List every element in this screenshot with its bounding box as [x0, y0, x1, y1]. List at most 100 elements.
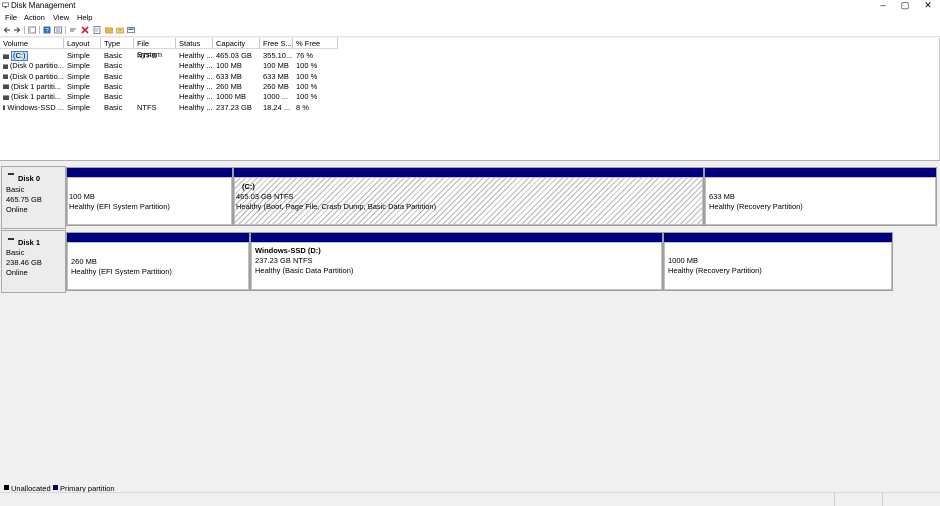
cell-percent-free: 76 %: [296, 51, 314, 60]
disk-size: 238.46 GB: [6, 258, 42, 267]
volume-name: (Disk 1 partiti...: [11, 81, 62, 91]
primary-partition-bar: [705, 168, 936, 177]
cell-type: Basic: [104, 61, 123, 71]
table-row[interactable]: (Disk 1 partiti... Simple Basic Healthy ...…: [0, 82, 338, 92]
cell-type: Basic: [104, 102, 123, 112]
back-arrow-icon[interactable]: [3, 26, 11, 34]
cell-file-system: [134, 82, 176, 92]
partition-title: (C:): [242, 182, 255, 191]
forward-arrow-icon[interactable]: [13, 26, 21, 34]
cell-file-system: [134, 92, 176, 102]
cell-capacity: 1000 MB: [216, 92, 247, 102]
cell-percent-free: 100 %: [296, 92, 318, 102]
table-row[interactable]: Windows-SSD ... Simple Basic NTFS Healthy ..…: [0, 103, 338, 113]
help-icon[interactable]: ?: [43, 26, 51, 34]
cell-status: Healthy ...: [179, 51, 213, 60]
cell-free-space: 18.24 ...: [263, 102, 291, 112]
delete-icon[interactable]: [81, 26, 89, 34]
menu-view[interactable]: View: [53, 13, 69, 22]
close-button[interactable]: ✕: [917, 0, 939, 11]
disk-state: Online: [6, 268, 28, 277]
partition-disk1-recovery[interactable]: 1000 MB Healthy (Recovery Partition): [663, 232, 893, 291]
open-icon[interactable]: [105, 26, 113, 34]
connect-icon[interactable]: [69, 26, 77, 34]
volume-name: Windows-SSD ...: [7, 102, 64, 112]
properties-icon[interactable]: [54, 26, 62, 34]
cell-percent-free: 8 %: [296, 102, 309, 112]
cell-type: Basic: [104, 92, 123, 102]
column-header-status[interactable]: Status: [176, 38, 213, 49]
minimize-button[interactable]: –: [872, 0, 894, 10]
partition-status: Healthy (Recovery Partition): [668, 266, 762, 275]
partition-status: Healthy (Recovery Partition): [709, 202, 803, 211]
disk-icon: [8, 238, 14, 240]
toolbar-separator: [24, 26, 25, 34]
toolbar: ?: [0, 24, 940, 37]
toolbar-separator: [39, 26, 40, 34]
status-divider: [882, 493, 883, 506]
disk-header-disk-1[interactable]: Disk 1 Basic 238.46 GB Online: [1, 230, 66, 293]
column-header-free-space[interactable]: Free S...: [260, 38, 293, 49]
legend-swatch-unallocated: [4, 485, 9, 490]
cell-capacity: 237.23 GB: [216, 102, 252, 112]
partition-disk1-efi[interactable]: 260 MB Healthy (EFI System Partition): [66, 232, 250, 291]
cell-layout: Simple: [67, 71, 90, 81]
cell-status: Healthy ...: [179, 61, 213, 71]
cell-capacity: 260 MB: [216, 81, 242, 91]
partition-body: [67, 177, 232, 225]
cell-volume: (Disk 1 partiti...: [0, 82, 64, 92]
table-row[interactable]: (Disk 0 partitio... Simple Basic Healthy ..…: [0, 72, 338, 82]
volume-icon: [3, 105, 6, 110]
disk-management-icon: [2, 2, 9, 9]
partition-disk0-efi[interactable]: 100 MB Healthy (EFI System Partition): [66, 167, 233, 226]
disk-name: Disk 0: [18, 174, 41, 183]
console-tree-icon[interactable]: [28, 26, 36, 34]
cell-layout: Simple: [67, 92, 90, 102]
volume-name: (Disk 1 partiti...: [11, 92, 62, 102]
table-row[interactable]: (Disk 0 partitio... Simple Basic Healthy ..…: [0, 61, 338, 71]
menu-action[interactable]: Action: [24, 13, 45, 22]
column-header-file-system[interactable]: File System: [134, 38, 176, 59]
cell-type: Basic: [104, 51, 123, 60]
volume-icon: [3, 94, 9, 100]
volume-list[interactable]: Volume Layout Type File System Status Ca…: [0, 38, 940, 161]
column-header-type[interactable]: Type: [101, 38, 134, 49]
partition-disk0-c[interactable]: (C:) 465.03 GB NTFS Healthy (Boot, Page …: [233, 167, 704, 226]
partition-disk1-windows-ssd[interactable]: Windows-SSD (D:) 237.23 GB NTFS Healthy …: [250, 232, 663, 291]
disk-header-disk-0[interactable]: Disk 0 Basic 465.75 GB Online: [1, 166, 66, 229]
partition-disk0-recovery[interactable]: 633 MB Healthy (Recovery Partition): [704, 167, 937, 226]
cell-volume: (Disk 1 partiti...: [0, 92, 64, 102]
partition-size: 260 MB: [71, 257, 97, 266]
cell-percent-free: 100 %: [296, 61, 318, 71]
disk-name: Disk 1: [18, 238, 41, 247]
volume-icon: [3, 74, 8, 80]
status-bar: [0, 492, 940, 506]
partition-body: [67, 242, 249, 290]
menu-file[interactable]: File: [5, 13, 17, 22]
table-row[interactable]: (Disk 1 partiti... Simple Basic Healthy ...…: [0, 92, 338, 102]
legend-swatch-primary: [53, 485, 58, 490]
disk-size: 465.75 GB: [6, 195, 42, 204]
title-bar: Disk Management – ▢ ✕: [0, 0, 940, 12]
cell-layout: Simple: [67, 81, 90, 91]
table-row[interactable]: (C:) Simple Basic NTFS Healthy ... 465.03 GB 3…: [0, 51, 338, 61]
primary-partition-bar: [67, 233, 249, 242]
primary-partition-bar: [664, 233, 892, 242]
cell-status: Healthy ...: [179, 81, 213, 91]
cell-free-space: 633 MB: [263, 71, 289, 81]
partition-size: 237.23 GB NTFS: [255, 256, 313, 265]
disk-icon: [8, 173, 14, 175]
status-divider: [834, 493, 835, 506]
export-icon[interactable]: [93, 26, 101, 34]
maximize-button[interactable]: ▢: [894, 0, 916, 11]
refresh-icon[interactable]: [116, 26, 124, 34]
cell-capacity: 633 MB: [216, 71, 242, 81]
column-header-capacity[interactable]: Capacity: [213, 38, 260, 49]
column-header-percent-free[interactable]: % Free: [293, 38, 338, 49]
view-icon[interactable]: [127, 26, 135, 34]
column-header-layout[interactable]: Layout: [64, 38, 101, 49]
menu-help[interactable]: Help: [77, 13, 92, 22]
partition-status: Healthy (Boot, Page File, Crash Dump, Ba…: [236, 202, 437, 211]
cell-volume: (Disk 0 partitio...: [0, 61, 64, 71]
column-header-volume[interactable]: Volume: [0, 38, 64, 49]
